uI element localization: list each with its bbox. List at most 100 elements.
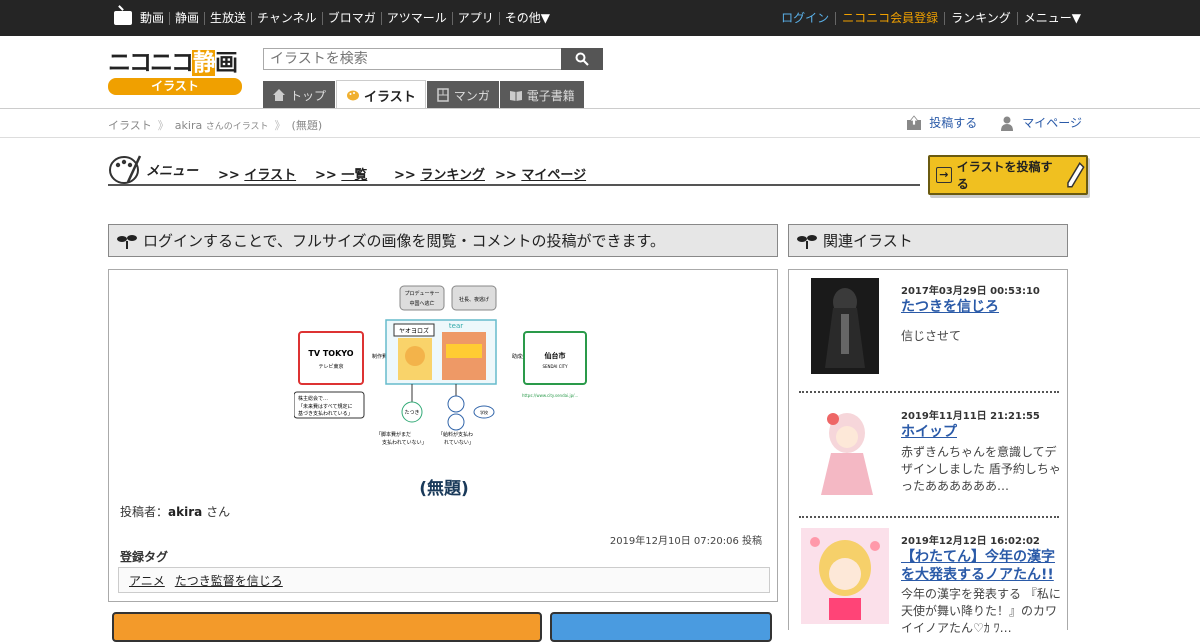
related-header: 関連イラスト: [788, 224, 1068, 257]
related-date: 2017年03月29日 00:53:10: [901, 286, 1040, 297]
bottom-banner-blue[interactable]: [550, 612, 772, 642]
diagram-quote-right-1: 「給料が支払わ: [438, 431, 473, 438]
menu-dropdown[interactable]: メニュー▼: [1016, 11, 1087, 25]
nav-app[interactable]: アプリ: [451, 11, 499, 25]
post-date: 2019年12月10日 07:20:06 投稿: [609, 536, 762, 547]
related-item[interactable]: 2019年11月11日 21:21:55 ホイップ 赤ずきんちゃんを意識してデザ…: [799, 403, 1061, 503]
related-desc: 赤ずきんちゃんを意識してデザインしました 盾予約しちゃったああああああ…: [901, 445, 1061, 493]
related-date: 2019年11月11日 21:21:55: [901, 411, 1040, 422]
nav-seiga[interactable]: 静画: [169, 11, 204, 25]
search-bar: [263, 48, 603, 70]
diagram-tear-logo: tear: [449, 322, 463, 330]
menu-underline: [108, 184, 920, 186]
post-illust-button[interactable]: → イラストを投稿する: [928, 155, 1088, 195]
tab-ebook-label: 電子書籍: [526, 88, 575, 103]
logo-badge: イラスト: [108, 78, 242, 95]
related-desc: 今年の漢字を発表する 『私に天使が舞い降りた！』のカワイイノアたん♡ｶ ﾜ…: [901, 587, 1061, 635]
niconico-tv-icon[interactable]: [114, 11, 132, 25]
login-link[interactable]: ログイン: [775, 11, 835, 25]
diagram-note-2: 「未来費はすべて規定に: [298, 403, 352, 410]
tab-manga[interactable]: マンガ: [426, 81, 499, 109]
crumb-illust[interactable]: イラスト: [108, 117, 152, 133]
related-separator: [799, 516, 1059, 518]
tags-title: 登録タグ: [120, 550, 169, 564]
nav-channel[interactable]: チャンネル: [251, 11, 322, 25]
diagram-sendai: 仙台市: [545, 351, 566, 360]
related-thumbnail[interactable]: [801, 528, 889, 624]
related-title: 関連イラスト: [823, 232, 913, 250]
nav-other[interactable]: その他▼: [498, 11, 555, 25]
menu-title: メニュー: [108, 152, 198, 186]
illust-image[interactable]: プロデューサー 中国へ逃亡 社長、夜逃げ TV TOKYO テレビ東京 制作費 …: [294, 284, 604, 450]
site-header: ニコニコ静画 イラスト トップ イラスト マンガ 電子書籍: [0, 36, 1200, 109]
mypage-link[interactable]: マイページ: [999, 114, 1082, 131]
menu-row: メニュー >> イラスト >> 一覧 >> ランキング >> マイページ: [108, 150, 920, 190]
upload-icon: [907, 114, 922, 130]
poster-name[interactable]: akira: [168, 505, 202, 519]
tab-illust[interactable]: イラスト: [336, 80, 426, 109]
ranking-link[interactable]: ランキング: [944, 11, 1017, 25]
diagram-label-seisaku: 制作費: [372, 353, 387, 360]
diagram-gakkou: 学校: [480, 409, 488, 415]
crumb-separator: 》: [157, 119, 169, 132]
login-notice-text: ログインすることで、フルサイズの画像を閲覧・コメントの投稿ができます。: [143, 232, 666, 250]
related-title-link[interactable]: 【わたてん】今年の漢字を大発表するノアたん!!: [901, 548, 1061, 584]
menu-link-mypage[interactable]: >> マイページ: [495, 164, 586, 183]
post-link[interactable]: 投稿する: [906, 114, 977, 131]
related-item[interactable]: 2017年03月29日 00:53:10 たつきを信じろ 信じさせて: [799, 278, 1059, 374]
tag-link[interactable]: アニメ: [129, 572, 165, 589]
user-actions: 投稿する マイページ: [884, 114, 1082, 131]
breadcrumb: イラスト 》 akira さんのイラスト 》 (無題): [108, 117, 322, 133]
related-thumbnail[interactable]: [811, 278, 879, 374]
user-icon: [1001, 116, 1014, 131]
illust-title: (無題): [419, 479, 469, 499]
account-nav: ログイン ニコニコ会員登録 ランキング メニュー▼: [775, 0, 1087, 36]
tab-ebook[interactable]: 電子書籍: [499, 81, 584, 109]
diagram-note-1: 株主総会で…: [298, 395, 328, 402]
related-thumbnail[interactable]: [811, 403, 883, 503]
nav-video[interactable]: 動画: [140, 11, 169, 25]
diagram-tv-logo: TV TOKYO: [308, 349, 353, 358]
tag-link[interactable]: たつき監督を信じろ: [175, 572, 283, 589]
diagram-bubble-right: 社長、夜逃げ: [459, 296, 489, 303]
diagram-bubble-left-1: プロデューサー: [405, 290, 440, 297]
arrow-right-icon: →: [936, 167, 952, 183]
global-nav-bar: 動画 静画 生放送 チャンネル ブロマガ アツマール アプリ その他▼ ログイン…: [0, 0, 1200, 36]
service-nav: 動画 静画 生放送 チャンネル ブロマガ アツマール アプリ その他▼: [114, 0, 555, 36]
seiga-logo[interactable]: ニコニコ静画 イラスト: [108, 48, 242, 96]
nav-atsumaru[interactable]: アツマール: [380, 11, 452, 25]
crumb-user[interactable]: akira さんのイラスト: [175, 119, 269, 132]
palette-icon: [347, 90, 360, 101]
search-input[interactable]: [263, 48, 561, 70]
related-item[interactable]: 2019年12月12日 16:02:02 【わたてん】今年の漢字を大発表するノア…: [799, 528, 1061, 635]
crumb-current: (無題): [291, 119, 323, 132]
section-tabs: トップ イラスト マンガ 電子書籍: [263, 80, 585, 109]
search-button[interactable]: [561, 48, 603, 70]
nav-blomaga[interactable]: ブロマガ: [321, 11, 381, 25]
sprout-icon: [797, 234, 817, 249]
related-title-link[interactable]: たつきを信じろ: [901, 298, 1061, 316]
related-panel: 2017年03月29日 00:53:10 たつきを信じろ 信じさせて 2019年…: [788, 269, 1068, 635]
poster-info: 投稿者：akira さん: [120, 505, 231, 519]
nav-live[interactable]: 生放送: [204, 11, 251, 25]
manga-icon: [437, 88, 449, 102]
tab-illust-label: イラスト: [364, 89, 416, 105]
related-title-link[interactable]: ホイップ: [901, 423, 1061, 441]
diagram-bubble-left-2: 中国へ逃亡: [409, 300, 434, 307]
diagram-quote-left-2: 支払われていない」: [382, 439, 427, 446]
bottom-banner-orange[interactable]: [112, 612, 542, 642]
login-notice-header: ログインすることで、フルサイズの画像を閲覧・コメントの投稿ができます。: [108, 224, 778, 257]
diagram-quote-left-1: 「脚本費がまだ: [376, 431, 411, 438]
tab-top[interactable]: トップ: [263, 81, 336, 109]
register-link[interactable]: ニコニコ会員登録: [835, 11, 944, 25]
menu-link-illust[interactable]: >> イラスト: [218, 164, 296, 183]
tag-list: アニメ たつき監督を信じろ: [118, 567, 770, 593]
book-icon: [509, 91, 522, 101]
diagram-sendai-en: SENDAI CITY: [542, 364, 568, 369]
illust-panel: プロデューサー 中国へ逃亡 社長、夜逃げ TV TOKYO テレビ東京 制作費 …: [108, 269, 778, 602]
related-date: 2019年12月12日 16:02:02: [901, 536, 1040, 547]
menu-link-list[interactable]: >> 一覧: [315, 164, 367, 183]
tab-manga-label: マンガ: [453, 88, 490, 103]
logo-wordmark: ニコニコ静画: [108, 50, 238, 76]
menu-link-ranking[interactable]: >> ランキング: [394, 164, 485, 183]
